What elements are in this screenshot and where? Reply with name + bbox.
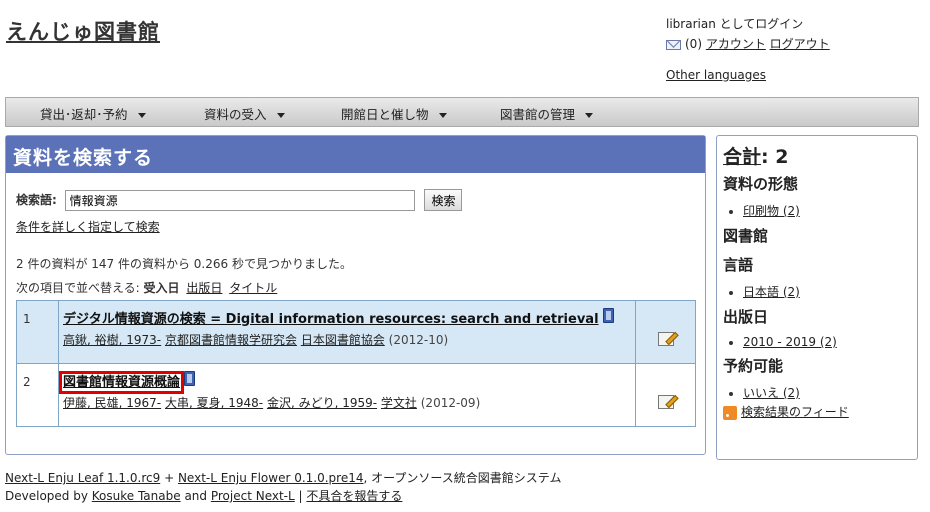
facet-list: 2010 - 2019 (2) bbox=[723, 335, 911, 349]
facet-not-reservable-link[interactable]: いいえ (2) bbox=[743, 386, 800, 400]
table-row: 1 デジタル情報資源の検索 = Digital information reso… bbox=[16, 300, 696, 364]
mail-icon[interactable] bbox=[666, 39, 681, 50]
result-summary: 2 件の資料が 147 件の資料から 0.266 秒で見つかりました。 bbox=[16, 257, 352, 271]
author-link[interactable]: 大串, 夏身, 1948- bbox=[165, 396, 263, 410]
record-title-link[interactable]: デジタル情報資源の検索 = Digital information resour… bbox=[63, 312, 599, 327]
site-title-link[interactable]: えんじゅ図書館 bbox=[6, 16, 160, 46]
list-item: 2010 - 2019 (2) bbox=[743, 335, 911, 349]
author-link[interactable]: 伊藤, 民雄, 1967- bbox=[63, 396, 161, 410]
list-item: 印刷物 (2) bbox=[743, 202, 911, 219]
search-button[interactable]: 検索 bbox=[424, 189, 463, 211]
user-box: librarian としてログイン (0) アカウント ログアウト bbox=[666, 14, 830, 54]
facet-list: いいえ (2) bbox=[723, 384, 911, 401]
record-info: デジタル情報資源の検索 = Digital information resour… bbox=[58, 300, 636, 364]
sort-by-title-link[interactable]: タイトル bbox=[229, 281, 277, 295]
facet-heading-carrier: 資料の形態 bbox=[723, 175, 799, 193]
search-panel: 資料を検索する 検索語: 検索 条件を詳しく指定して検索 2 件の資料が 147… bbox=[5, 135, 706, 455]
footer-and: and bbox=[184, 489, 208, 503]
facet-list: 日本語 (2) bbox=[723, 283, 911, 300]
total-count: 合計: 2 bbox=[723, 142, 911, 169]
developed-by-text: Developed by bbox=[5, 489, 88, 503]
nav-acquisition-menu[interactable]: 資料の受入 bbox=[204, 104, 285, 123]
author-link[interactable]: 高鍬, 裕樹, 1973- bbox=[63, 333, 161, 347]
nav-events-menu[interactable]: 開館日と催し物 bbox=[341, 104, 447, 123]
record-title-link[interactable]: 図書館情報資源概論 bbox=[58, 371, 185, 394]
nav-admin-menu[interactable]: 図書館の管理 bbox=[500, 104, 594, 123]
footer-system-text: , オープンソース統合図書館システム bbox=[363, 471, 562, 485]
facet-heading-reservable: 予約可能 bbox=[723, 357, 784, 375]
advanced-search-link[interactable]: 条件を詳しく指定して検索 bbox=[16, 218, 160, 235]
sort-current: 受入日 bbox=[143, 281, 180, 295]
main-navbar: 貸出･返却･予約 資料の受入 開館日と催し物 図書館の管理 bbox=[5, 97, 919, 127]
list-item: いいえ (2) bbox=[743, 384, 911, 401]
edit-icon[interactable] bbox=[657, 395, 674, 409]
pub-date: (2012-10) bbox=[388, 333, 449, 347]
row-number: 1 bbox=[16, 300, 59, 364]
logout-link[interactable]: ログアウト bbox=[770, 37, 830, 51]
record-actions bbox=[635, 300, 696, 364]
book-icon bbox=[602, 308, 614, 323]
results-table: 1 デジタル情報資源の検索 = Digital information reso… bbox=[16, 300, 696, 427]
report-bug-link[interactable]: 不具合を報告する bbox=[306, 489, 402, 503]
facet-print-link[interactable]: 印刷物 (2) bbox=[743, 204, 800, 218]
search-form: 検索語: 検索 bbox=[16, 189, 463, 211]
author-link[interactable]: 京都図書館情報学研究会 bbox=[165, 333, 297, 347]
facet-sidebar: 合計: 2 資料の形態 印刷物 (2) 図書館 言語 日本語 (2) 出版日 2… bbox=[716, 135, 918, 460]
caret-down-icon bbox=[585, 113, 594, 118]
nav-item-label: 貸出･返却･予約 bbox=[40, 107, 128, 122]
enju-leaf-link[interactable]: Next-L Enju Leaf 1.1.0.rc9 bbox=[5, 471, 160, 485]
enju-flower-link[interactable]: Next-L Enju Flower 0.1.0.pre14 bbox=[178, 471, 364, 485]
record-actions bbox=[635, 363, 696, 427]
table-row: 2 図書館情報資源概論 伊藤, 民雄, 1967- 大串, 夏身, 1948- … bbox=[16, 363, 696, 427]
publisher-link[interactable]: 日本図書館協会 bbox=[301, 333, 385, 347]
pub-date: (2012-09) bbox=[420, 396, 481, 410]
row-number: 2 bbox=[16, 363, 59, 427]
record-info: 図書館情報資源概論 伊藤, 民雄, 1967- 大串, 夏身, 1948- 金沢… bbox=[58, 363, 636, 427]
facet-year-range-link[interactable]: 2010 - 2019 (2) bbox=[743, 335, 837, 349]
developer-link[interactable]: Kosuke Tanabe bbox=[92, 489, 181, 503]
total-value: : 2 bbox=[761, 146, 789, 168]
edit-icon[interactable] bbox=[657, 332, 674, 346]
sort-options: 次の項目で並べ替える: 受入日 出版日 タイトル bbox=[16, 279, 280, 296]
facet-heading-language: 言語 bbox=[723, 256, 754, 274]
caret-down-icon bbox=[276, 113, 285, 118]
total-label[interactable]: 合計 bbox=[723, 146, 761, 168]
facet-list: 印刷物 (2) bbox=[723, 202, 911, 219]
facet-japanese-link[interactable]: 日本語 (2) bbox=[743, 285, 800, 299]
footer: Next-L Enju Leaf 1.1.0.rc9 + Next-L Enju… bbox=[5, 469, 561, 505]
list-item: 日本語 (2) bbox=[743, 283, 911, 300]
nav-item-label: 図書館の管理 bbox=[500, 107, 576, 122]
caret-down-icon bbox=[438, 113, 447, 118]
caret-down-icon bbox=[137, 113, 146, 118]
feed-row: 検索結果のフィード bbox=[723, 403, 911, 420]
footer-plus: + bbox=[164, 471, 175, 485]
nav-circulation-menu[interactable]: 貸出･返却･予約 bbox=[40, 104, 146, 123]
author-link[interactable]: 金沢, みどり, 1959- bbox=[267, 396, 377, 410]
book-icon bbox=[184, 371, 196, 386]
publisher-link[interactable]: 学文社 bbox=[381, 396, 417, 410]
search-label: 検索語: bbox=[16, 192, 57, 207]
rss-icon[interactable] bbox=[723, 405, 737, 420]
search-input[interactable] bbox=[64, 189, 415, 211]
search-feed-link[interactable]: 検索結果のフィード bbox=[741, 405, 849, 419]
message-count: (0) bbox=[685, 37, 702, 51]
sort-label: 次の項目で並べ替える: bbox=[16, 281, 140, 295]
nav-item-label: 資料の受入 bbox=[204, 107, 267, 122]
account-link[interactable]: アカウント bbox=[706, 37, 766, 51]
facet-heading-library: 図書館 bbox=[723, 227, 769, 245]
other-languages-link[interactable]: Other languages bbox=[666, 68, 766, 82]
project-link[interactable]: Project Next-L bbox=[211, 489, 295, 503]
nav-item-label: 開館日と催し物 bbox=[341, 107, 429, 122]
facet-heading-pubdate: 出版日 bbox=[723, 308, 769, 326]
page-title: 資料を検索する bbox=[6, 136, 705, 173]
footer-separator: | bbox=[298, 489, 303, 503]
login-status: librarian としてログイン bbox=[666, 17, 804, 31]
sort-by-pubdate-link[interactable]: 出版日 bbox=[186, 281, 222, 295]
